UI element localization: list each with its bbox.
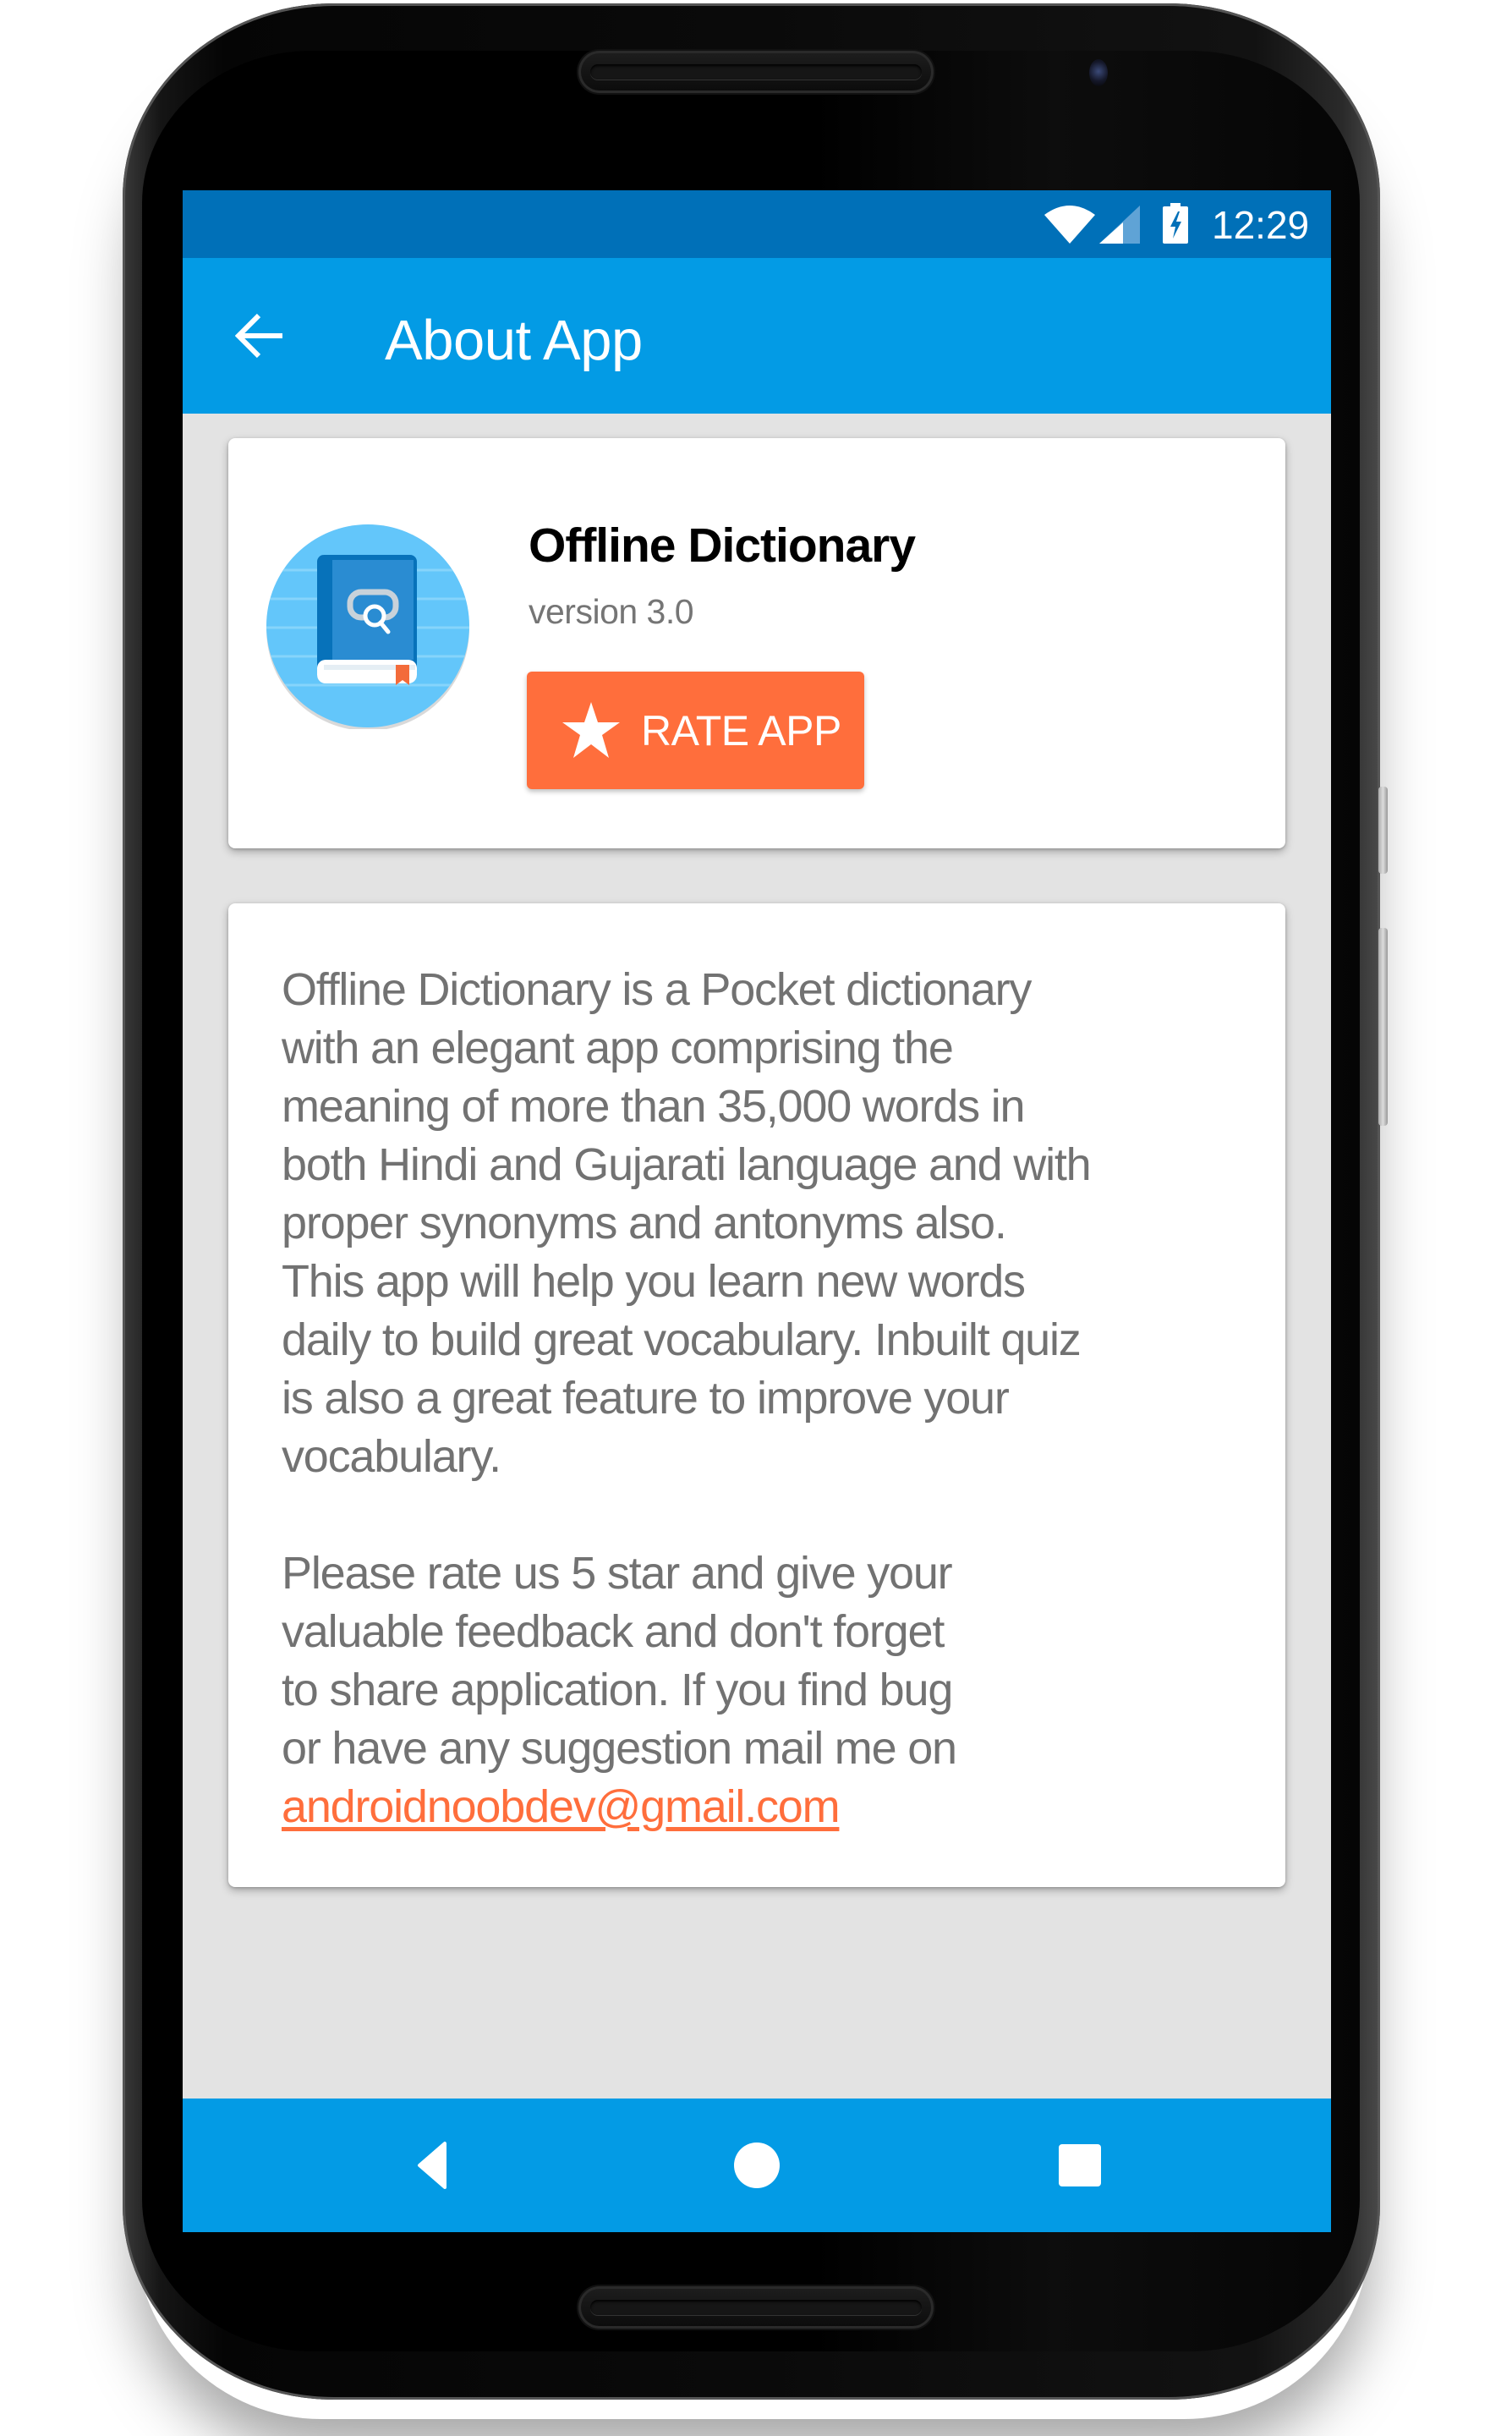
description-line: This app will help you learn new words (282, 1256, 1026, 1307)
description-line: proper synonyms and antonyms also. (282, 1198, 1007, 1248)
triangle-back-icon[interactable] (406, 2138, 460, 2192)
description-line: daily to build great vocabulary. Inbuilt… (282, 1314, 1082, 1365)
description-line: both Hindi and Gujarati language and wit… (282, 1139, 1092, 1190)
power-button (1378, 787, 1388, 874)
feedback-line: valuable feedback and don't forget (282, 1606, 945, 1657)
square-recents-icon[interactable] (1053, 2138, 1107, 2192)
description-text: Offline Dictionary is a Pocket dictionar… (282, 961, 1254, 1836)
arrow-left-icon[interactable] (235, 310, 286, 361)
wifi-icon (1044, 206, 1095, 244)
feedback-line: or have any suggestion mail me on (282, 1723, 957, 1774)
status-bar: 12:29 (183, 190, 1331, 258)
circle-home-icon[interactable] (730, 2138, 784, 2192)
rate-app-button[interactable]: RATE APP (527, 672, 864, 789)
rate-app-label: RATE APP (641, 707, 841, 754)
bottom-speaker (578, 2286, 934, 2329)
dictionary-book-icon (266, 524, 469, 729)
status-time: 12:29 (1212, 203, 1310, 247)
description-line: vocabulary. (282, 1431, 501, 1482)
feedback-line: Please rate us 5 star and give your (282, 1548, 953, 1599)
top-speaker (578, 51, 934, 93)
front-camera (1089, 59, 1108, 86)
app-info-card: Offline Dictionary version 3.0 RATE APP (228, 438, 1285, 848)
app-version: version 3.0 (529, 592, 694, 631)
description-line: with an elegant app comprising the (282, 1023, 954, 1073)
feedback-line: to share application. If you find bug (282, 1665, 953, 1715)
app-name: Offline Dictionary (529, 518, 916, 573)
description-line: is also a great feature to improve your (282, 1373, 1010, 1424)
phone-screen: 12:29 About App Offline Dictionary versi… (183, 190, 1331, 2232)
battery-charging-icon (1163, 203, 1188, 244)
volume-button (1378, 928, 1388, 1126)
description-line: Offline Dictionary is a Pocket dictionar… (282, 964, 1032, 1015)
cell-signal-icon (1099, 206, 1140, 244)
page-title: About App (385, 309, 643, 372)
description-card: Offline Dictionary is a Pocket dictionar… (228, 903, 1285, 1887)
app-bar: About App (183, 258, 1331, 414)
email-link[interactable]: androidnoobdev@gmail.com (282, 1781, 841, 1832)
system-nav-bar (183, 2099, 1331, 2232)
description-line: meaning of more than 35,000 words in (282, 1081, 1026, 1132)
star-icon (562, 702, 620, 758)
